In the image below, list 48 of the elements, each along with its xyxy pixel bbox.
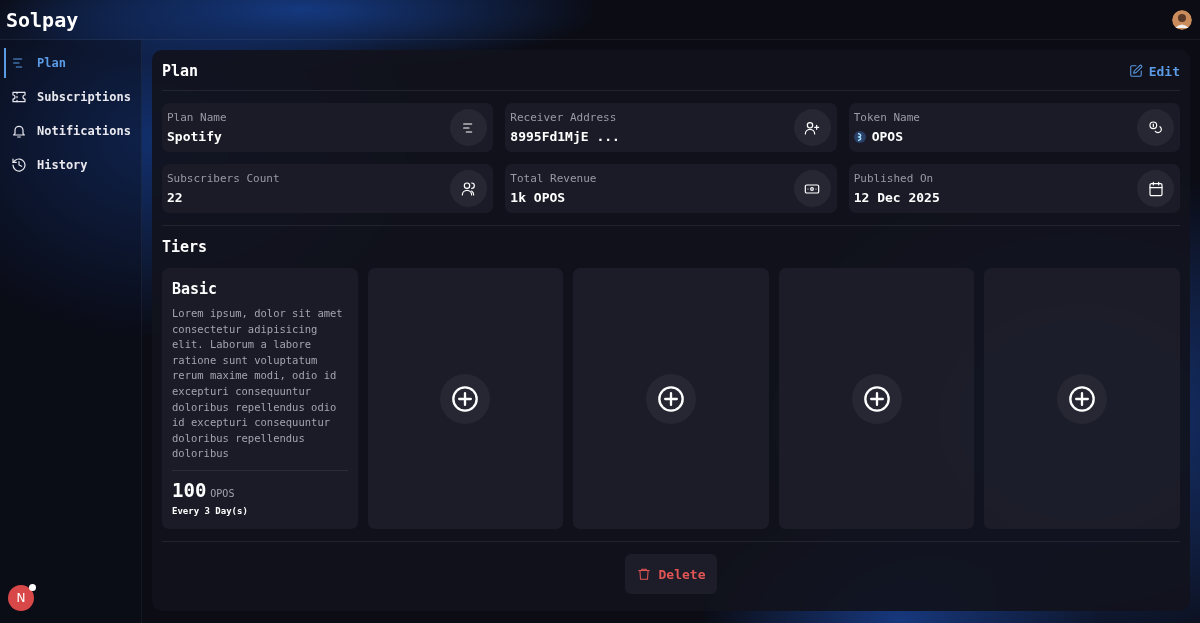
nav-item[interactable]: Subscriptions: [4, 82, 137, 112]
trash-icon: [636, 567, 651, 581]
field-value: 8995Fd1MjE ...: [510, 129, 620, 144]
icon-circle[interactable]: [1137, 109, 1174, 146]
field-value: 22: [167, 190, 183, 205]
field-value: 1k OPOS: [510, 190, 566, 205]
field-label: Published On: [853, 172, 935, 185]
delete-button[interactable]: Delete: [624, 554, 718, 594]
add-icon: [1068, 384, 1097, 413]
avatar[interactable]: [1172, 9, 1192, 30]
edit-link[interactable]: Edit: [1128, 63, 1180, 79]
tier-period: Every 3 Day(s): [172, 505, 249, 516]
field-value: Spotify: [167, 129, 222, 144]
app-title: Solpay: [6, 7, 79, 32]
coins-icon: [1147, 119, 1164, 136]
icon-circle[interactable]: [793, 109, 831, 146]
ticket-icon: [11, 89, 27, 105]
bell-icon: [11, 123, 27, 139]
users-icon: [460, 180, 477, 197]
edit-icon: [1128, 64, 1143, 78]
field-label: Plan Name: [167, 111, 227, 124]
field-label: Subscribers Count: [167, 172, 280, 185]
add-icon: [451, 384, 480, 413]
section-title: Plan: [162, 62, 199, 80]
nav-item[interactable]: History: [4, 150, 137, 180]
dev-badge[interactable]: N: [8, 585, 34, 611]
section-title: Tiers: [162, 238, 209, 256]
field-label: Token Name: [853, 111, 920, 124]
field-label: Receiver Address: [510, 111, 618, 124]
icon-circle[interactable]: [1137, 170, 1174, 207]
add-tier-button[interactable]: [646, 373, 696, 424]
add-icon: [862, 384, 891, 413]
field-value: 12 Dec 2025: [853, 190, 940, 205]
icon-circle[interactable]: [793, 170, 831, 207]
history-icon: [11, 157, 27, 173]
tier-description: Lorem ipsum, dolor sit amet consectetur adipisicing elit. Laborum a labore ratione sunt voluptatum rerum maxime modi, odio id excepturi consequuntur doloribus repellendus odio id excepturi consequuntur doloribus repellendus doloribus: [172, 306, 344, 462]
add-icon: [657, 384, 685, 413]
nav-item[interactable]: Notifications: [4, 116, 137, 146]
tier-price: 100: [172, 478, 207, 501]
calendar-icon: [1147, 180, 1164, 197]
icon-circle[interactable]: [450, 109, 488, 146]
price-unit: OPOS: [210, 487, 235, 499]
field-value: OPOS: [871, 129, 903, 144]
field-label: Total Revenue: [510, 172, 597, 185]
nav-item[interactable]: Plan: [4, 48, 137, 78]
tier-name: Basic: [172, 280, 219, 298]
user-plus-icon: [804, 119, 821, 136]
icon-circle[interactable]: [450, 170, 488, 207]
